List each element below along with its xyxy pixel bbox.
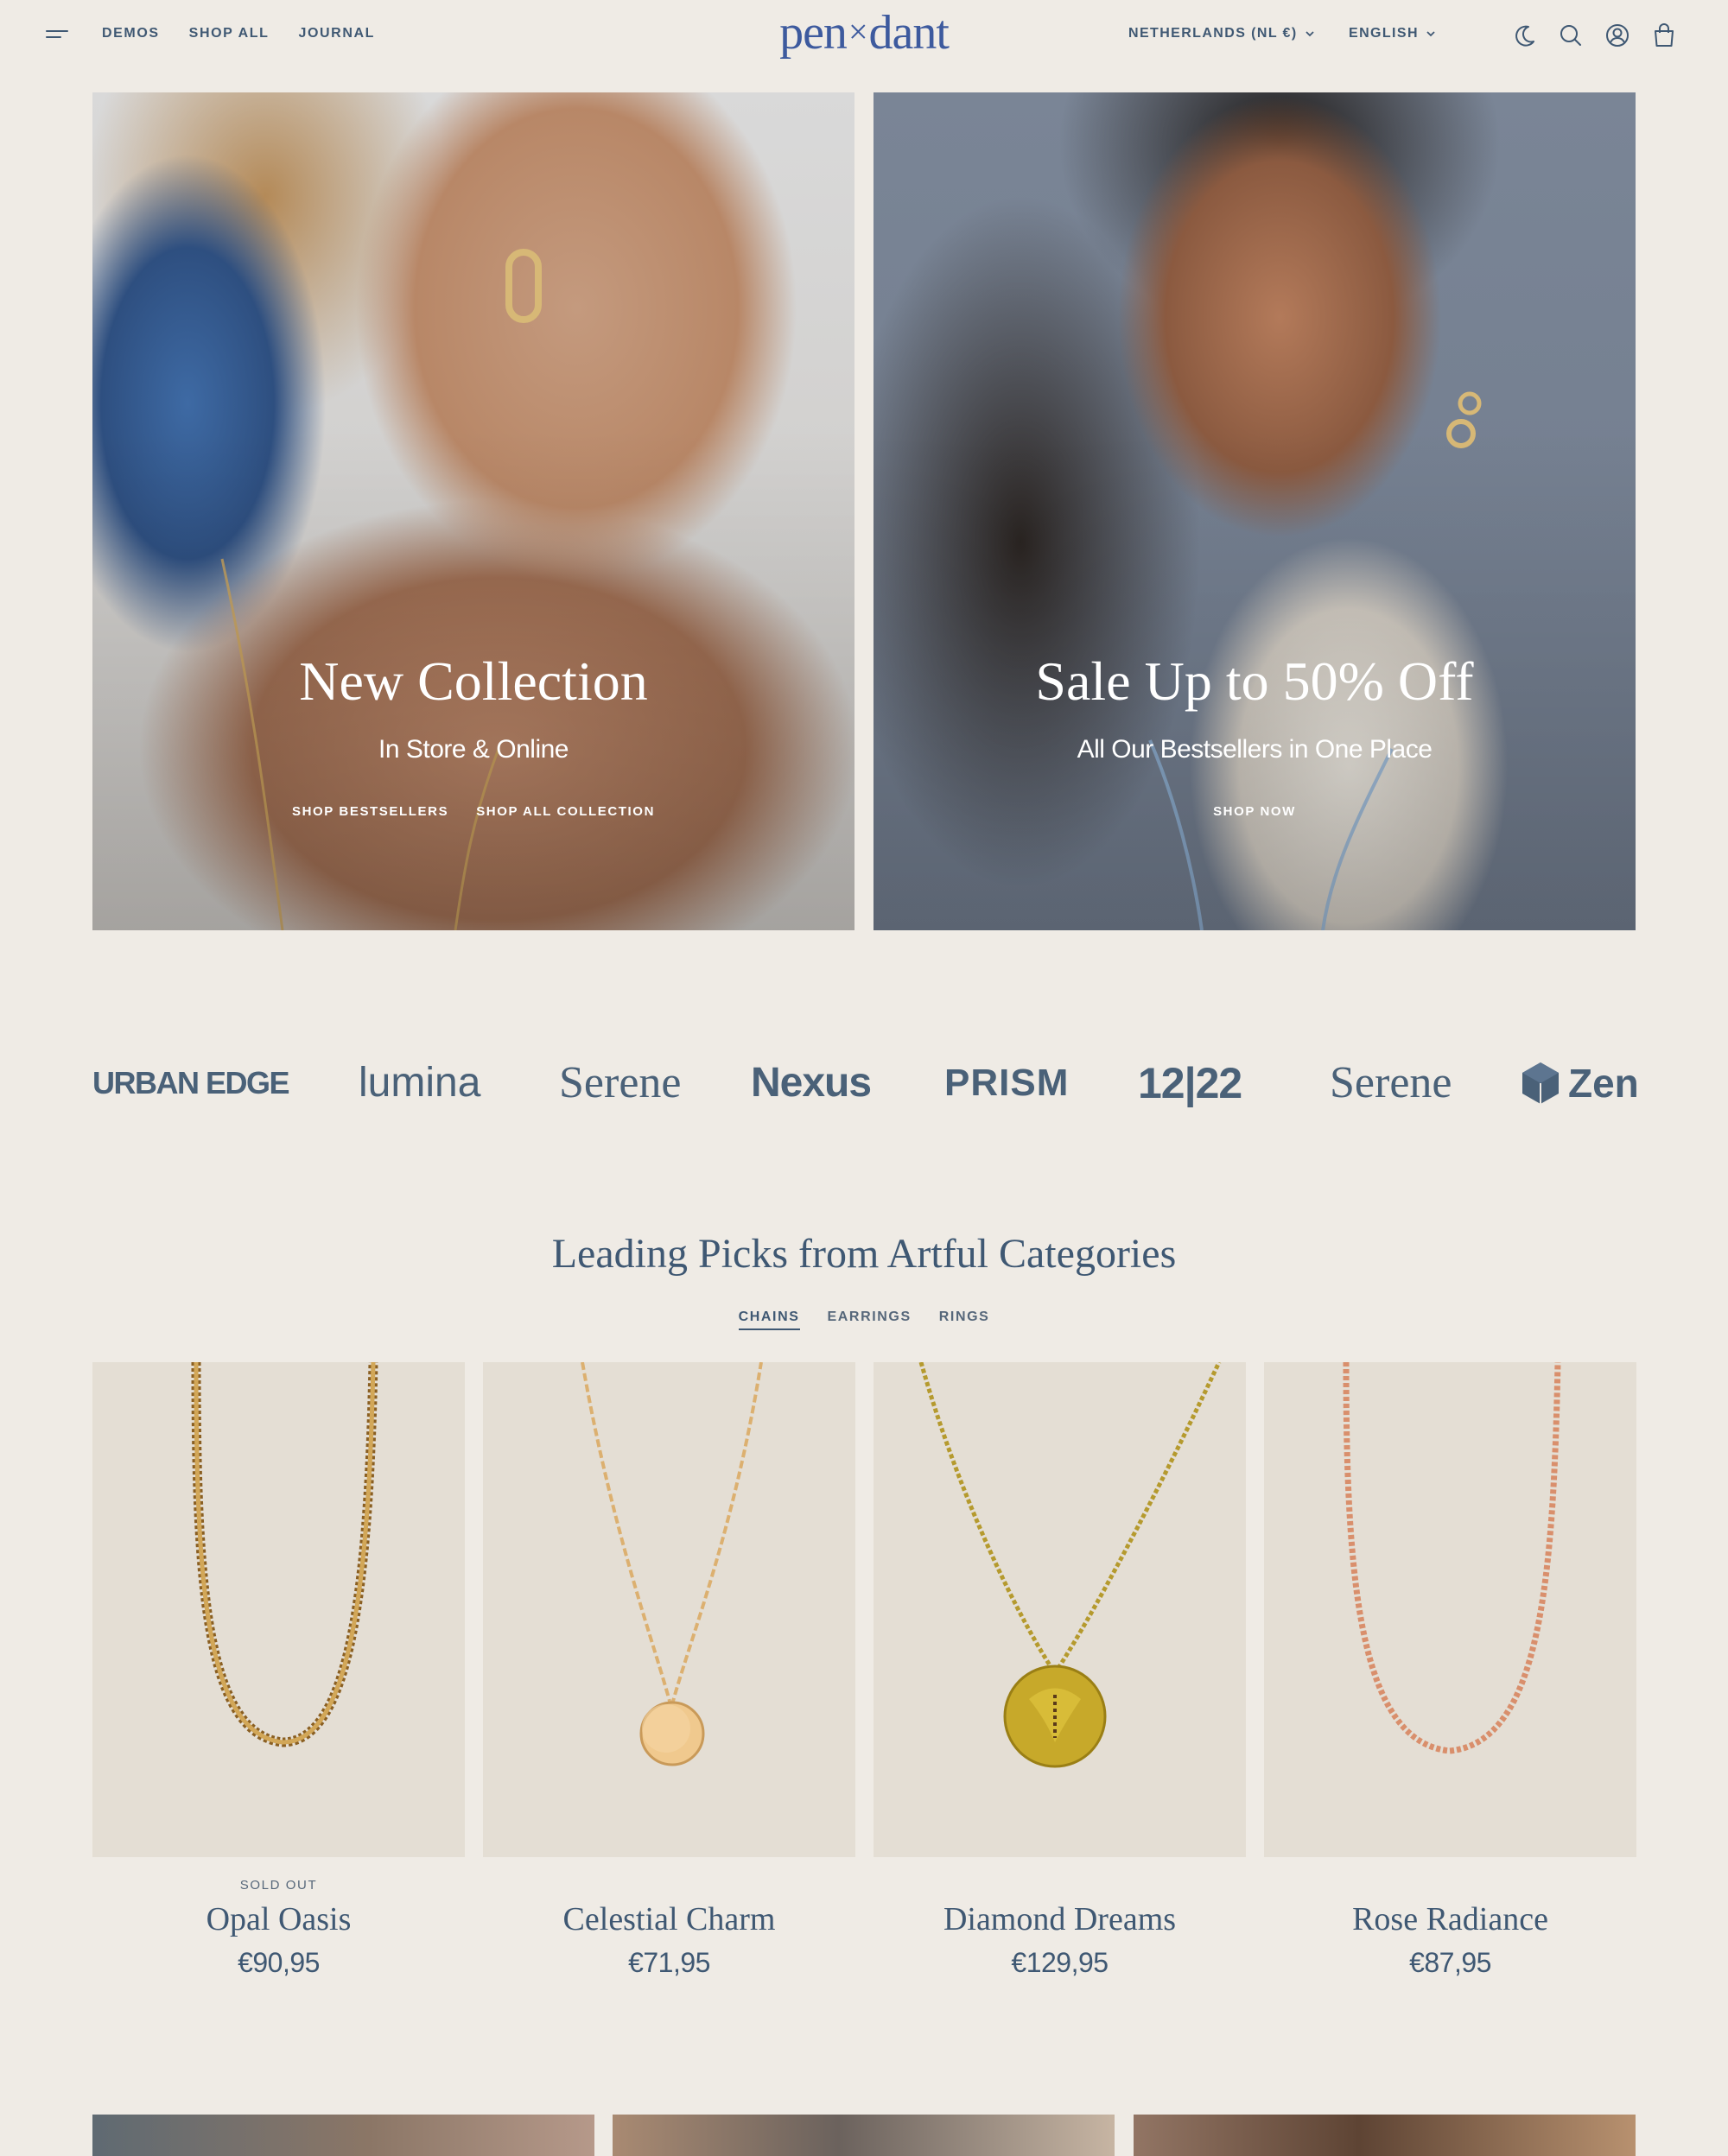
chevron-down-icon: [1305, 31, 1314, 37]
product-card: Diamond Dreams €129,95: [874, 1362, 1246, 1979]
product-image[interactable]: [92, 1362, 465, 1857]
language-selector[interactable]: ENGLISH: [1349, 26, 1436, 41]
brand-logo-prism[interactable]: PRISM: [944, 1056, 1069, 1111]
product-card: SOLD OUT Opal Oasis €90,95: [92, 1362, 465, 1979]
shop-all-collection-link[interactable]: SHOP ALL COLLECTION: [476, 804, 655, 819]
collection-image[interactable]: [613, 2115, 1115, 2156]
tab-chains[interactable]: CHAINS: [738, 1309, 800, 1330]
brand-logo-zen-label: Zen: [1568, 1061, 1639, 1106]
chevron-down-icon: [1426, 31, 1435, 37]
search-icon[interactable]: [1558, 22, 1584, 48]
product-price: €71,95: [628, 1947, 710, 1978]
site-logo[interactable]: pen×dant: [0, 5, 1728, 60]
brand-logo-strip: URBAN EDGE lumina Serene Nexus PRISM 12|…: [92, 1056, 1639, 1111]
account-icon[interactable]: [1604, 22, 1630, 48]
product-badge: [483, 1878, 855, 1893]
product-image[interactable]: [1264, 1362, 1636, 1857]
product-image[interactable]: [483, 1362, 855, 1857]
brand-logo-urban-edge[interactable]: URBAN EDGE: [92, 1056, 290, 1111]
tab-earrings[interactable]: EARRINGS: [828, 1309, 912, 1330]
logo-separator: ×: [848, 12, 868, 51]
brand-logo-nexus[interactable]: Nexus: [751, 1056, 872, 1111]
product-name[interactable]: Opal Oasis: [92, 1900, 465, 1938]
hero-subtitle: In Store & Online: [378, 735, 569, 764]
brand-logo-serene-2[interactable]: Serene: [1330, 1056, 1452, 1111]
hero-title: New Collection: [299, 650, 648, 712]
sold-out-badge: SOLD OUT: [239, 1878, 318, 1893]
product-badge: [874, 1878, 1246, 1893]
logo-part-right: dant: [868, 6, 950, 60]
country-label: NETHERLANDS (NL €): [1128, 26, 1298, 41]
tab-rings[interactable]: RINGS: [939, 1309, 990, 1330]
hero-content: New Collection In Store & Online SHOP BE…: [92, 650, 854, 820]
shop-now-link[interactable]: SHOP NOW: [1213, 804, 1296, 819]
product-price: €87,95: [1409, 1947, 1491, 1978]
language-label: ENGLISH: [1349, 26, 1419, 41]
medallion-necklace-icon: [918, 1362, 1222, 1768]
hero-subtitle: All Our Bestsellers in One Place: [1077, 735, 1433, 764]
hero-title: Sale Up to 50% Off: [1035, 650, 1474, 712]
product-badge: [1264, 1878, 1636, 1893]
hero-banner-sale[interactable]: Sale Up to 50% Off All Our Bestsellers i…: [874, 92, 1636, 930]
product-name[interactable]: Diamond Dreams: [874, 1900, 1246, 1938]
hexagon-cube-icon: [1522, 1062, 1559, 1104]
product-name[interactable]: Celestial Charm: [483, 1900, 855, 1938]
rose-gold-chain-icon: [1343, 1362, 1561, 1754]
product-price: €90,95: [238, 1947, 320, 1978]
collection-image[interactable]: [1134, 2115, 1636, 2156]
brand-logo-12-22[interactable]: 12|22: [1138, 1056, 1242, 1111]
hero-content: Sale Up to 50% Off All Our Bestsellers i…: [874, 650, 1636, 820]
product-image[interactable]: [874, 1362, 1246, 1857]
product-card: Celestial Charm €71,95: [483, 1362, 855, 1979]
coin-pendant-necklace-icon: [581, 1362, 763, 1766]
cart-icon[interactable]: [1651, 22, 1677, 48]
collection-image[interactable]: [92, 2115, 594, 2156]
brand-logo-zen[interactable]: Zen: [1520, 1056, 1639, 1111]
product-card: Rose Radiance €87,95: [1264, 1362, 1636, 1979]
logo-part-left: pen: [779, 6, 848, 60]
brand-logo-serene[interactable]: Serene: [559, 1056, 681, 1111]
product-price: €129,95: [1011, 1947, 1109, 1978]
shop-bestsellers-link[interactable]: SHOP BESTSELLERS: [292, 804, 448, 819]
hero-banner-new-collection[interactable]: New Collection In Store & Online SHOP BE…: [92, 92, 854, 930]
curb-chain-necklace-icon: [191, 1362, 378, 1747]
site-header: DEMOS SHOP ALL JOURNAL pen×dant NETHERLA…: [0, 0, 1728, 73]
section-title: Leading Picks from Artful Categories: [551, 1231, 1177, 1277]
product-name[interactable]: Rose Radiance: [1264, 1900, 1636, 1938]
brand-logo-lumina[interactable]: lumina: [359, 1056, 480, 1111]
country-selector[interactable]: NETHERLANDS (NL €): [1128, 26, 1315, 41]
category-tabs: CHAINS EARRINGS RINGS: [0, 1309, 1728, 1330]
moon-icon[interactable]: [1512, 22, 1538, 48]
